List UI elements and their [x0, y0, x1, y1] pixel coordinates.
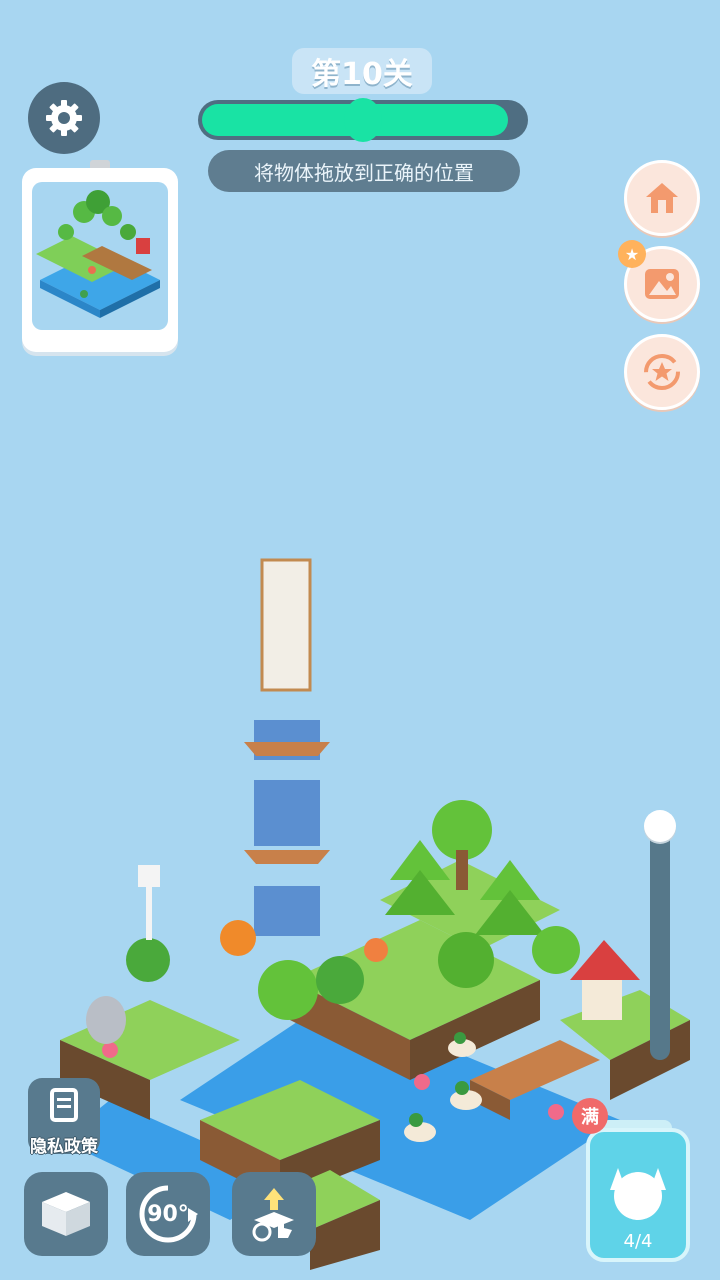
jar-count: 4/4 — [623, 1231, 653, 1252]
level-preview-card[interactable] — [22, 168, 178, 352]
jar-full-badge: 满 — [572, 1098, 608, 1134]
home-icon — [646, 183, 678, 213]
gallery-icon — [645, 269, 679, 299]
level-progress-bar — [198, 98, 528, 142]
box-icon — [42, 1192, 90, 1236]
level-preview-image — [32, 182, 168, 330]
zoom-slider-track[interactable] — [650, 830, 670, 1060]
star-refresh-icon — [644, 354, 680, 390]
rotate-label: 90° — [147, 1201, 189, 1227]
instruction-banner: 将物体拖放到正确的位置 — [208, 150, 520, 192]
tap-hint-icon — [252, 1188, 294, 1242]
home-button[interactable] — [624, 160, 700, 236]
collection-jar[interactable]: 4/4 — [586, 1128, 690, 1262]
settings-button[interactable] — [28, 82, 100, 154]
rotate-button[interactable]: 90° — [126, 1172, 210, 1256]
inventory-box-button[interactable] — [24, 1172, 108, 1256]
document-icon — [50, 1088, 78, 1122]
star-icon: ★ — [618, 240, 646, 268]
level-title: 第10关 — [292, 48, 432, 94]
privacy-policy-button[interactable]: 隐私政策 — [28, 1078, 100, 1157]
privacy-policy-label: 隐私政策 — [30, 1137, 98, 1157]
gear-icon — [46, 100, 82, 136]
progress-marker — [344, 98, 382, 142]
tap-hint-button[interactable] — [232, 1172, 316, 1256]
star-refresh-button[interactable] — [624, 334, 700, 410]
cat-icon — [610, 1168, 666, 1220]
zoom-slider-handle[interactable] — [644, 810, 676, 842]
